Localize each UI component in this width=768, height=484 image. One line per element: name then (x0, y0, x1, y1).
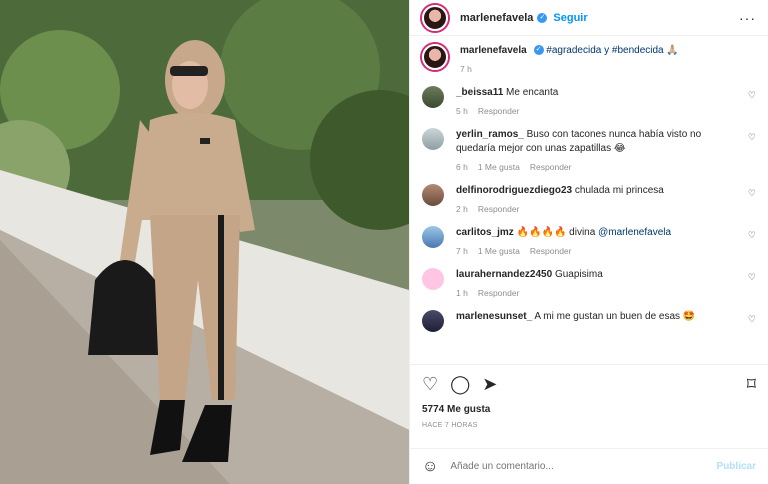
heart-icon[interactable]: ♡ (748, 230, 756, 241)
heart-icon[interactable]: ♡ (748, 188, 756, 199)
share-icon[interactable]: ➤ (482, 374, 497, 395)
commenter-avatar[interactable] (422, 128, 444, 150)
comment-time: 7 h (456, 246, 468, 256)
comment-username[interactable]: _beissa11 (456, 87, 503, 98)
commenter-avatar[interactable] (422, 268, 444, 290)
emoji-icon[interactable]: ☺ (422, 458, 438, 476)
comment-username[interactable]: marlenesunset_ (456, 311, 532, 322)
caption-avatar[interactable] (422, 44, 448, 70)
comment-mention[interactable]: @marlenefavela (598, 227, 671, 238)
comment-text: chulada mi princesa (574, 185, 664, 196)
heart-icon[interactable]: ♡ (422, 374, 438, 395)
comment-icon[interactable]: ◯ (450, 374, 470, 395)
comment-text: Guapisima (554, 269, 603, 280)
comment-username[interactable]: delfinorodriguezdiego23 (456, 185, 572, 196)
comment-username[interactable]: yerlin_ramos_ (456, 129, 524, 140)
comment-likes[interactable]: 1 Me gusta (478, 162, 520, 172)
commenter-avatar[interactable] (422, 226, 444, 248)
heart-icon[interactable]: ♡ (748, 314, 756, 325)
commenter-avatar[interactable] (422, 184, 444, 206)
photo-image (0, 0, 409, 484)
comment-time: 6 h (456, 162, 468, 172)
caption-time: 7 h (460, 64, 472, 74)
action-bar: ♡ ◯ ➤ ⌑ (410, 364, 768, 404)
commenter-avatar[interactable] (422, 310, 444, 332)
follow-button[interactable]: Seguir (553, 12, 587, 24)
comment-time: 2 h (456, 204, 468, 214)
reply-button[interactable]: Responder (478, 106, 520, 116)
more-icon[interactable]: ··· (739, 10, 756, 26)
side-panel: marlenefavela ✓ Seguir ··· marlenefavela… (409, 0, 768, 484)
reply-button[interactable]: Responder (478, 204, 520, 214)
comment-text: Me encanta (506, 87, 559, 98)
author-avatar[interactable] (422, 4, 448, 31)
post-header: marlenefavela ✓ Seguir ··· (410, 0, 768, 36)
instagram-post: marlenefavela ✓ Seguir ··· marlenefavela… (0, 0, 768, 484)
heart-icon[interactable]: ♡ (748, 132, 756, 143)
comment-item: yerlin_ramos_ Buso con tacones nunca hab… (422, 128, 756, 172)
bookmark-icon[interactable]: ⌑ (747, 374, 756, 395)
comment-item: _beissa11 Me encanta 5 h Responder ♡ (422, 86, 756, 116)
reply-button[interactable]: Responder (478, 288, 520, 298)
comments-list[interactable]: marlenefavela ✓ #agradecida y #bendecida… (410, 36, 768, 364)
heart-icon[interactable]: ♡ (748, 272, 756, 283)
commenter-avatar[interactable] (422, 86, 444, 108)
comment-text: 🔥🔥🔥🔥 divina (516, 227, 596, 238)
post-time: HACE 7 HORAS (422, 422, 478, 429)
comment-likes[interactable]: 1 Me gusta (478, 246, 520, 256)
reply-button[interactable]: Responder (530, 162, 572, 172)
heart-icon[interactable]: ♡ (748, 90, 756, 101)
comment-time: 1 h (456, 288, 468, 298)
publish-button[interactable]: Publicar (717, 461, 756, 472)
comment-username[interactable]: laurahernandez2450 (456, 269, 552, 280)
comment-input[interactable] (450, 461, 717, 472)
comment-text: A mi me gustan un buen de esas 🤩 (534, 311, 696, 322)
reply-button[interactable]: Responder (530, 246, 572, 256)
comment-item: laurahernandez2450 Guapisima 1 h Responde… (422, 268, 756, 298)
author-username[interactable]: marlenefavela (460, 12, 533, 24)
add-comment-bar: ☺ Publicar (410, 448, 768, 484)
comment-item: delfinorodriguezdiego23 chulada mi princ… (422, 184, 756, 214)
comment-username[interactable]: carlitos_jmz (456, 227, 514, 238)
comment-item: marlenesunset_ A mi me gustan un buen de… (422, 310, 756, 332)
post-photo[interactable] (0, 0, 409, 484)
caption-text: #agradecida y #bendecida 🙏🏼 (546, 45, 679, 56)
likes-count[interactable]: 5774 Me gusta (410, 404, 768, 422)
verified-icon: ✓ (533, 45, 544, 56)
comment-time: 5 h (456, 106, 468, 116)
comment-item: carlitos_jmz 🔥🔥🔥🔥 divina @marlenefavela … (422, 226, 756, 256)
verified-icon: ✓ (537, 12, 548, 23)
caption-username[interactable]: marlenefavela (460, 45, 527, 56)
caption: marlenefavela ✓ #agradecida y #bendecida… (422, 44, 756, 74)
